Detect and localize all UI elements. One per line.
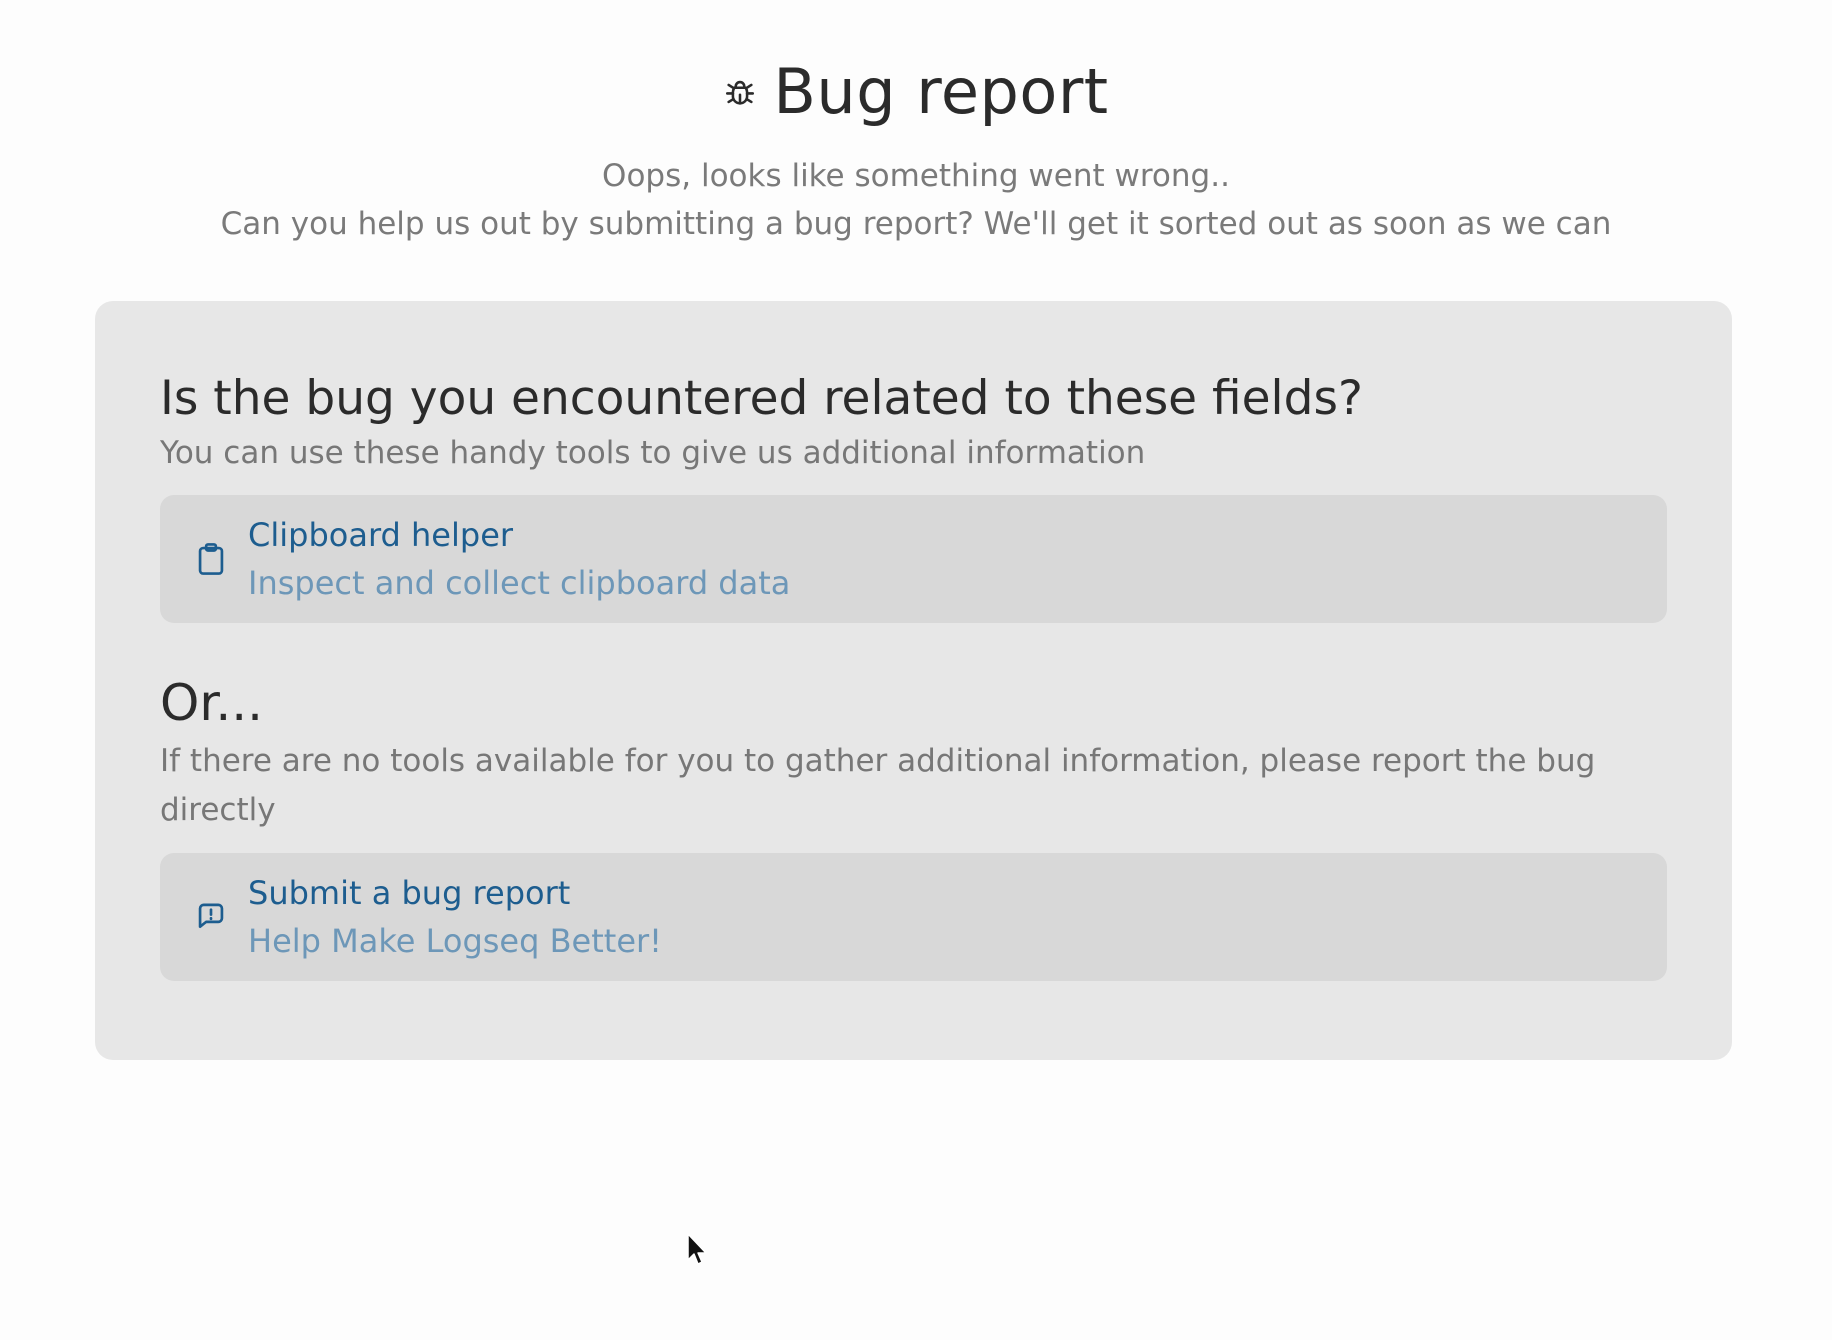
panel-content: Is the bug you encountered related to th… — [160, 369, 1667, 981]
submit-bug-report-subtitle: Help Make Logseq Better! — [248, 922, 662, 960]
page-header: Bug report Oops, looks like something we… — [0, 52, 1832, 248]
title-row: Bug report — [0, 52, 1832, 132]
or-description: If there are no tools available for you … — [160, 743, 1596, 828]
message-report-icon — [198, 903, 224, 929]
page-subtitle: Oops, looks like something went wrong.. … — [0, 152, 1832, 248]
submit-bug-report-title: Submit a bug report — [248, 874, 571, 912]
subtitle-line-2: Can you help us out by submitting a bug … — [220, 206, 1612, 242]
bug-report-panel: Is the bug you encountered related to th… — [95, 301, 1732, 1060]
clipboard-helper-title: Clipboard helper — [248, 516, 514, 554]
clipboard-helper-button[interactable]: Clipboard helper Inspect and collect cli… — [160, 495, 1667, 623]
submit-bug-report-text: Submit a bug report Help Make Logseq Bet… — [248, 869, 662, 965]
clipboard-helper-subtitle: Inspect and collect clipboard data — [248, 564, 791, 602]
subtitle-line-1: Oops, looks like something went wrong.. — [602, 158, 1230, 194]
submit-bug-report-button[interactable]: Submit a bug report Help Make Logseq Bet… — [160, 853, 1667, 981]
or-heading: Or... — [160, 674, 264, 732]
mouse-pointer-icon — [687, 1233, 707, 1265]
fields-description: You can use these handy tools to give us… — [160, 435, 1146, 471]
clipboard-helper-text: Clipboard helper Inspect and collect cli… — [248, 511, 790, 607]
bug-icon — [726, 80, 755, 105]
fields-heading: Is the bug you encountered related to th… — [160, 371, 1363, 426]
page-title: Bug report — [773, 55, 1109, 128]
clipboard-icon — [198, 543, 224, 575]
